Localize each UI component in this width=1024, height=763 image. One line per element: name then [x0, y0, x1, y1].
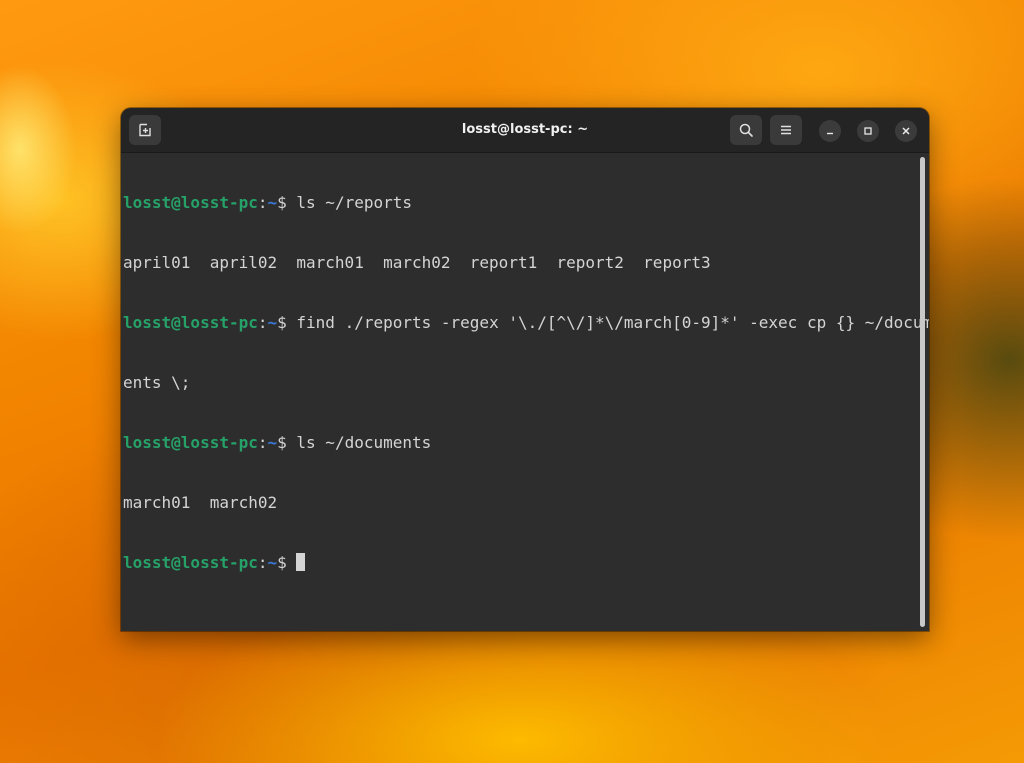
prompt-user-host: losst@losst-pc: [123, 193, 258, 212]
prompt-path: ~: [267, 313, 278, 332]
terminal-output[interactable]: losst@losst-pc:~$ ls ~/reports april01 a…: [123, 153, 929, 613]
hamburger-menu-icon: [779, 123, 793, 137]
command-text: find ./reports -regex '\./[^\/]*\/march[…: [296, 313, 929, 332]
prompt-path: ~: [267, 553, 278, 572]
command-text: ls ~/documents: [296, 433, 432, 452]
terminal-line: april01 april02 march01 march02 report1 …: [123, 253, 915, 273]
minimize-button[interactable]: [819, 120, 841, 142]
prompt-symbol: $: [277, 553, 297, 572]
minimize-icon: [825, 126, 835, 136]
prompt-symbol: $: [277, 313, 297, 332]
prompt-user-host: losst@losst-pc: [123, 433, 258, 452]
prompt-separator: :: [257, 313, 268, 332]
desktop-wallpaper: [0, 0, 130, 260]
terminal-line: march01 march02: [123, 493, 915, 513]
output-text: april01 april02 march01 march02 report1 …: [123, 253, 711, 272]
output-text: march01 march02: [123, 493, 278, 512]
maximize-icon: [863, 126, 873, 136]
close-button[interactable]: [895, 120, 917, 142]
terminal-line: losst@losst-pc:~$ ls ~/documents: [123, 433, 915, 453]
terminal-line: ents \;: [123, 373, 915, 393]
command-text: ls ~/reports: [296, 193, 412, 212]
prompt-symbol: $: [277, 433, 297, 452]
prompt-user-host: losst@losst-pc: [123, 553, 258, 572]
headerbar[interactable]: losst@losst-pc: ~: [121, 108, 929, 153]
prompt-user-host: losst@losst-pc: [123, 313, 258, 332]
prompt-path: ~: [267, 193, 278, 212]
terminal-window[interactable]: losst@losst-pc: ~ losst@losst-pc:~$ ls ~…: [121, 108, 929, 631]
search-button[interactable]: [730, 115, 762, 145]
prompt-symbol: $: [277, 193, 297, 212]
close-icon: [901, 126, 911, 136]
terminal-line[interactable]: losst@losst-pc:~$: [123, 553, 915, 573]
terminal-line: losst@losst-pc:~$ find ./reports -regex …: [123, 313, 929, 333]
prompt-separator: :: [257, 193, 268, 212]
text-cursor: [296, 553, 306, 571]
vertical-scrollbar[interactable]: [920, 157, 925, 627]
prompt-separator: :: [257, 553, 268, 572]
search-icon: [738, 122, 754, 138]
window-title: losst@losst-pc: ~: [461, 122, 589, 137]
maximize-button[interactable]: [857, 120, 879, 142]
prompt-path: ~: [267, 433, 278, 452]
output-text: ents \;: [123, 373, 191, 392]
prompt-separator: :: [257, 433, 268, 452]
terminal-line: losst@losst-pc:~$ ls ~/reports: [123, 193, 915, 213]
main-menu-button[interactable]: [770, 115, 802, 145]
